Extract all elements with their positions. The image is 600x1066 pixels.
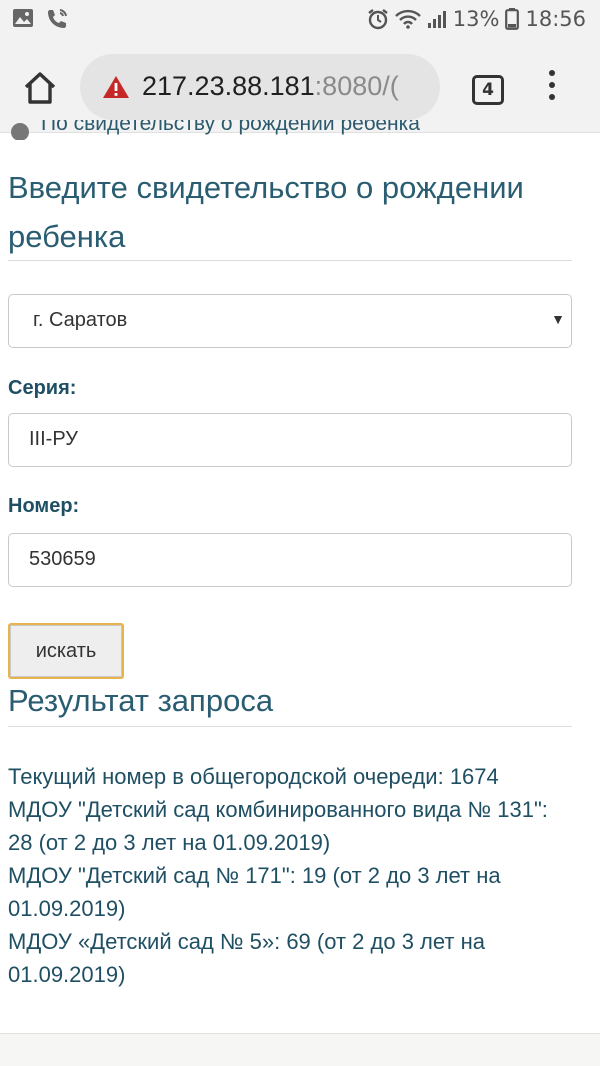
number-input[interactable]: 530659: [8, 533, 572, 587]
queue-number-line: Текущий номер в общегородской очереди: 1…: [8, 764, 499, 789]
series-input-value: III-РУ: [29, 428, 78, 450]
home-icon[interactable]: [22, 70, 58, 106]
not-secure-warning-icon[interactable]: [102, 75, 130, 104]
address-bar[interactable]: 217.23.88.181:8080/(: [80, 54, 440, 120]
result-title: Результат запроса: [8, 683, 274, 718]
chevron-down-icon: ▼: [551, 311, 565, 327]
status-bar: 13% 18:56: [0, 0, 600, 40]
search-button[interactable]: искать: [8, 623, 124, 679]
url-text: 217.23.88.181:8080/(: [142, 71, 399, 101]
kindergarten-result-line: МДОУ "Детский сад комбинированного вида …: [8, 797, 548, 855]
certificate-form-title: Введите свидетельство о рождении ребенка: [8, 170, 524, 254]
signal-icon: [427, 9, 447, 29]
wifi-icon: [394, 9, 421, 29]
radio-birth-certificate[interactable]: По свидетельству о рождении ребенка: [8, 120, 420, 140]
divider: [8, 726, 572, 727]
gallery-notification-icon: [12, 8, 34, 30]
number-label: Номер:: [8, 495, 80, 517]
battery-percent: 13%: [452, 7, 500, 31]
overflow-menu-icon[interactable]: [544, 70, 560, 106]
radio-dot[interactable]: [11, 123, 29, 140]
divider: [8, 260, 572, 261]
battery-icon: [505, 8, 520, 30]
alarm-icon: [367, 8, 389, 30]
series-label: Серия:: [8, 377, 77, 399]
city-select[interactable]: г. Саратов ▼: [8, 294, 572, 348]
kindergarten-result-line: МДОУ "Детский сад № 171": 19 (от 2 до 3 …: [8, 863, 501, 921]
kindergarten-result-line: МДОУ «Детский сад № 5»: 69 (от 2 до 3 ле…: [8, 929, 485, 987]
number-input-value: 530659: [29, 548, 96, 570]
clock-time: 18:56: [525, 7, 586, 31]
series-input[interactable]: III-РУ: [8, 413, 572, 467]
call-notification-icon: [46, 8, 70, 30]
tab-switcher-button[interactable]: 4: [472, 75, 504, 105]
result-list: Текущий номер в общегородской очереди: 1…: [8, 760, 578, 991]
page-footer: [0, 1033, 600, 1066]
city-select-value: г. Саратов: [33, 309, 128, 331]
